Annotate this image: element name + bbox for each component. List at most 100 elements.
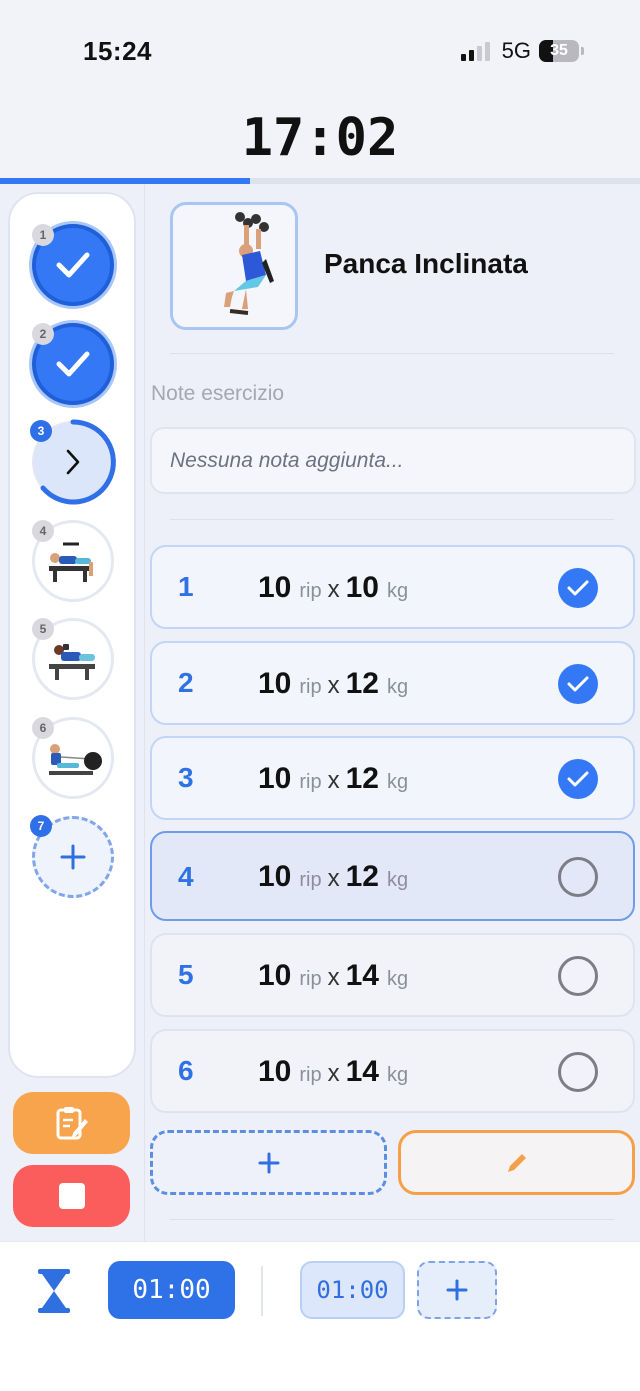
edit-sets-button[interactable] — [398, 1130, 635, 1195]
battery-cap — [581, 47, 584, 55]
divider — [170, 353, 614, 354]
flat-bench-thumbnail-icon — [49, 644, 95, 680]
set-weight: 12 — [345, 762, 379, 795]
set-number: 3 — [178, 762, 194, 793]
times-sign: x — [327, 964, 340, 991]
status-indicators: 5G 35 — [460, 38, 584, 64]
times-sign: x — [327, 865, 340, 892]
hourglass-icon — [38, 1269, 70, 1313]
set-row-1[interactable]: 1 10 rip x 10 kg — [150, 545, 635, 629]
rest-timer-bar: 01:00 01:00 — [0, 1241, 640, 1391]
set-complete-checkbox[interactable] — [558, 956, 598, 996]
set-reps: 10 — [258, 762, 292, 795]
reps-unit: rip — [299, 771, 322, 793]
reps-unit: rip — [299, 869, 322, 891]
divider — [170, 1219, 614, 1220]
exercise-badge-7: 7 — [30, 815, 52, 837]
set-complete-checkbox[interactable] — [558, 664, 598, 704]
battery-icon: 35 — [539, 40, 579, 62]
exercise-title: Panca Inclinata — [324, 248, 528, 279]
set-complete-checkbox[interactable] — [558, 568, 598, 608]
set-row-2[interactable]: 2 10 rip x 12 kg — [150, 641, 635, 725]
set-row-6[interactable]: 6 10 rip x 14 kg — [150, 1029, 635, 1113]
set-number: 4 — [178, 861, 194, 892]
exercise-notes-input[interactable]: Nessuna nota aggiunta... — [150, 427, 636, 494]
notes-label: Note esercizio — [151, 382, 285, 405]
clipboard-edit-icon — [56, 1107, 88, 1140]
times-sign: x — [327, 1060, 340, 1087]
reps-unit: rip — [299, 676, 322, 698]
divider — [170, 519, 614, 520]
bench-press-thumbnail-icon — [49, 542, 93, 582]
set-description[interactable]: 10 rip x 12 kg — [258, 667, 414, 701]
signal-icon — [460, 41, 490, 61]
checkmark-icon — [567, 771, 589, 787]
set-complete-checkbox[interactable] — [558, 1052, 598, 1092]
footer-separator — [261, 1266, 263, 1316]
set-reps: 10 — [258, 959, 292, 992]
stop-icon — [58, 1183, 85, 1209]
exercise-badge-5: 5 — [32, 618, 54, 640]
plus-icon — [60, 844, 86, 870]
exercise-badge-1: 1 — [32, 224, 54, 246]
set-description[interactable]: 10 rip x 12 kg — [258, 860, 414, 894]
set-reps: 10 — [258, 667, 292, 700]
set-number: 2 — [178, 667, 194, 698]
weight-unit: kg — [386, 968, 409, 990]
weight-unit: kg — [386, 869, 409, 891]
workout-notes-button[interactable] — [13, 1092, 130, 1154]
set-description[interactable]: 10 rip x 14 kg — [258, 1055, 414, 1089]
workout-elapsed-timer: 17:02 — [241, 108, 399, 168]
weight-unit: kg — [386, 1064, 409, 1086]
weight-unit: kg — [386, 676, 409, 698]
times-sign: x — [327, 672, 340, 699]
set-complete-checkbox[interactable] — [558, 759, 598, 799]
workout-content: 1 2 3 4 5 6 7 Panca Inclinata Note eserc… — [0, 184, 640, 1241]
weight-unit: kg — [386, 771, 409, 793]
reps-unit: rip — [299, 580, 322, 602]
checkmark-icon — [567, 580, 589, 596]
stop-workout-button[interactable] — [13, 1165, 130, 1227]
checkmark-icon — [56, 351, 90, 377]
set-number: 5 — [178, 959, 194, 990]
set-weight: 14 — [345, 959, 379, 992]
exercise-badge-4: 4 — [32, 520, 54, 542]
exercise-badge-3: 3 — [30, 420, 52, 442]
set-complete-checkbox[interactable] — [558, 857, 598, 897]
status-time: 15:24 — [83, 36, 152, 66]
weight-unit: kg — [386, 580, 409, 602]
set-weight: 12 — [345, 860, 379, 893]
rest-timer-active[interactable]: 01:00 — [108, 1261, 235, 1319]
battery-level: 35 — [550, 42, 568, 59]
set-description[interactable]: 10 rip x 10 kg — [258, 571, 414, 605]
status-bar: 15:24 5G 35 — [0, 0, 640, 100]
times-sign: x — [327, 576, 340, 603]
rest-timer-preset[interactable]: 01:00 — [300, 1261, 405, 1319]
set-number: 6 — [178, 1055, 194, 1086]
checkmark-icon — [567, 676, 589, 692]
set-description[interactable]: 10 rip x 12 kg — [258, 762, 414, 796]
exercise-badge-2: 2 — [32, 323, 54, 345]
sidebar-divider — [144, 184, 145, 1241]
set-description[interactable]: 10 rip x 14 kg — [258, 959, 414, 993]
plus-icon — [446, 1279, 468, 1301]
set-weight: 10 — [345, 571, 379, 604]
checkmark-icon — [56, 252, 90, 278]
set-number: 1 — [178, 571, 194, 602]
set-row-5[interactable]: 5 10 rip x 14 kg — [150, 933, 635, 1017]
exercise-image — [170, 202, 298, 330]
set-weight: 14 — [345, 1055, 379, 1088]
exercise-badge-6: 6 — [32, 717, 54, 739]
set-row-3[interactable]: 3 10 rip x 12 kg — [150, 736, 635, 820]
cable-row-thumbnail-icon — [49, 744, 102, 775]
plus-icon — [258, 1152, 279, 1173]
add-rest-preset-button[interactable] — [417, 1261, 497, 1319]
network-type: 5G — [501, 38, 531, 63]
incline-dumbbell-press-icon — [224, 212, 274, 315]
set-row-4-active[interactable]: 4 10 rip x 12 kg — [150, 831, 635, 921]
set-reps: 10 — [258, 860, 292, 893]
pencil-icon — [507, 1153, 526, 1172]
set-weight: 12 — [345, 667, 379, 700]
add-set-button[interactable] — [150, 1130, 387, 1195]
exercise-sidebar[interactable]: 1 2 3 4 5 6 7 — [8, 192, 136, 1078]
